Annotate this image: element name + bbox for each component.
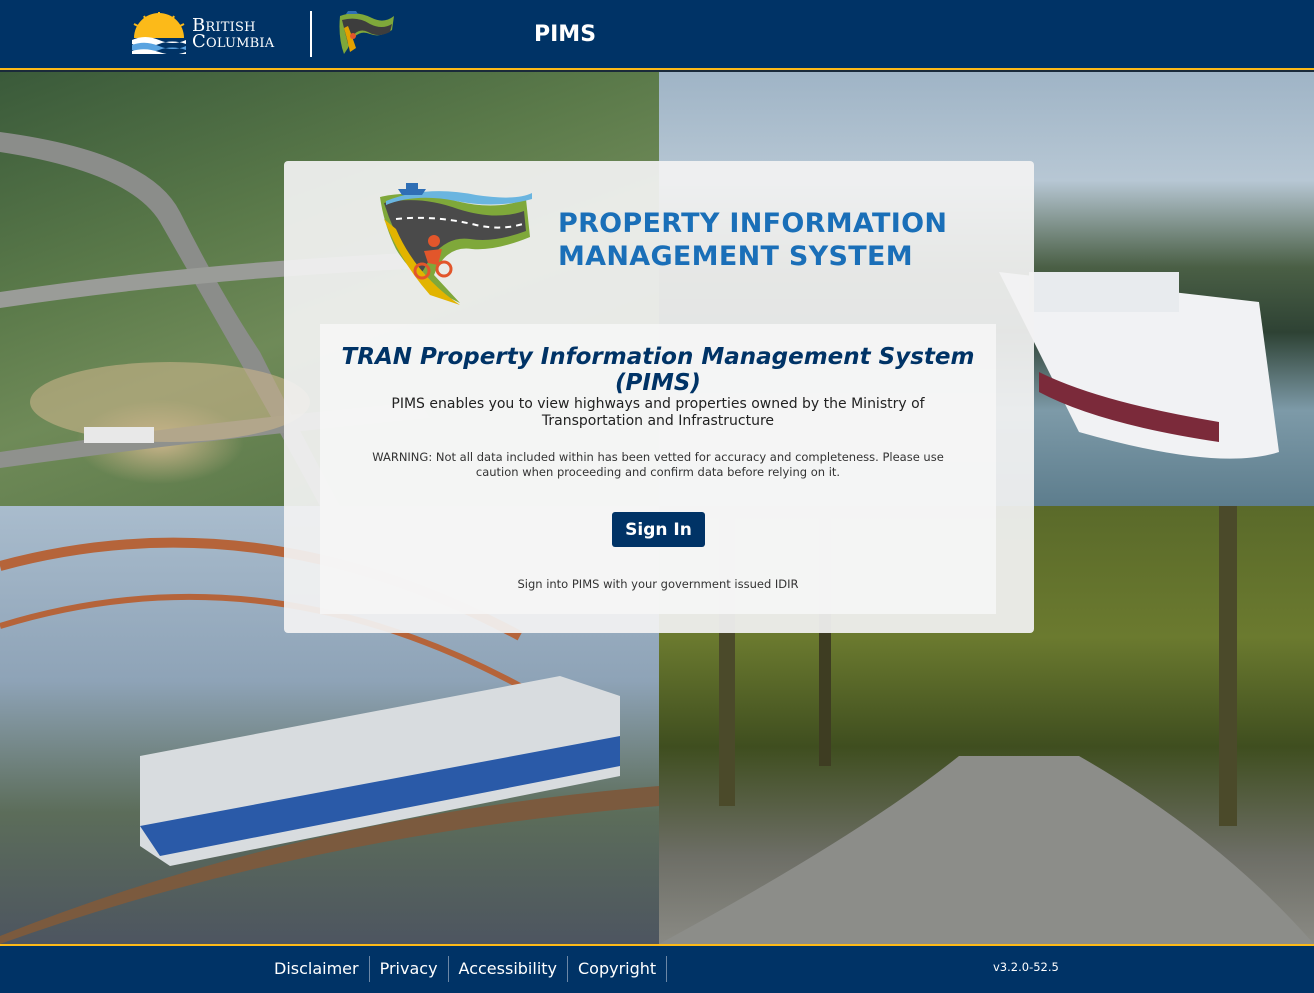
sign-in-button[interactable]: Sign In [612,512,705,547]
site-footer: Disclaimer Privacy Accessibility Copyrig… [0,944,1314,993]
login-panel: TRAN Property Information Management Sys… [320,324,996,614]
footer-link-privacy[interactable]: Privacy [370,956,449,982]
footer-link-disclaimer[interactable]: Disclaimer [264,956,370,982]
app-title: PIMS [534,22,597,47]
version-label: v3.2.0-52.5 [993,960,1059,974]
bc-sun-logo-icon [132,12,186,54]
description-text: PIMS enables you to view highways and pr… [391,396,925,429]
header-divider [310,11,312,57]
footer-links: Disclaimer Privacy Accessibility Copyrig… [264,956,668,982]
sign-in-hint: Sign into PIMS with your government issu… [517,577,799,591]
footer-link-copyright[interactable]: Copyright [568,956,668,982]
pims-road-logo-icon [339,11,394,54]
pims-road-logo-icon [380,183,532,305]
system-heading: PROPERTY INFORMATION MANAGEMENT SYSTEM [558,207,998,273]
ferry-icon [398,183,426,195]
footer-link-accessibility[interactable]: Accessibility [449,956,568,982]
system-heading-line-1: PROPERTY INFORMATION [558,208,948,239]
page-title: TRAN Property Information Management Sys… [341,344,975,396]
bc-wordmark: British Columbia [192,17,275,52]
system-heading-line-2: MANAGEMENT SYSTEM [558,241,913,272]
warning-text: WARNING: Not all data included within ha… [372,450,944,479]
bc-government-logo[interactable]: British Columbia [130,12,290,56]
site-header: British Columbia PIMS [0,0,1314,70]
login-card: PROPERTY INFORMATION MANAGEMENT SYSTEM T… [284,161,1034,633]
brand-line-2: Columbia [192,31,275,52]
